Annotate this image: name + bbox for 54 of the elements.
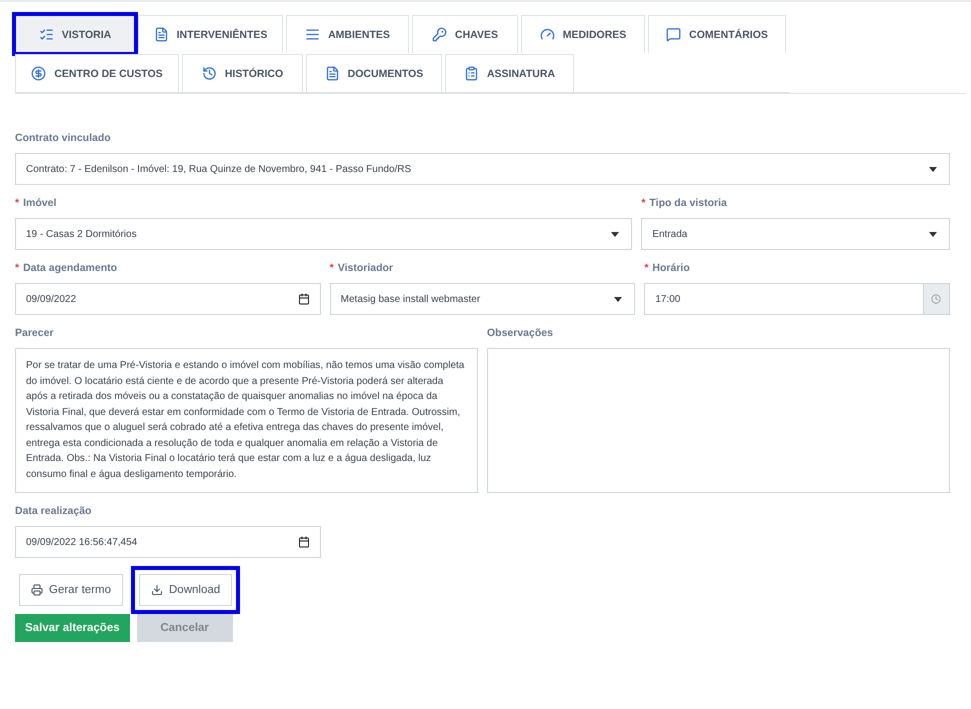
tab[interactable]: AMBIENTES — [286, 15, 409, 53]
document-icon — [154, 27, 169, 42]
field-label: Data agendamento — [23, 262, 118, 274]
tab[interactable]: HISTÓRICO — [182, 54, 303, 92]
required-mark: * — [641, 197, 646, 209]
tab[interactable]: COMENTÁRIOS — [648, 15, 786, 53]
print-button[interactable]: Gerar termo — [19, 574, 123, 606]
date-field[interactable]: 09/09/2022 16:56:47,454 — [15, 526, 321, 558]
time-field[interactable]: 17:00 — [644, 283, 950, 315]
tab[interactable]: CHAVES — [412, 15, 518, 53]
lines-icon — [305, 27, 320, 42]
required-mark: * — [644, 262, 648, 274]
dollar-icon — [31, 66, 46, 81]
tab[interactable]: DOCUMENTOS — [306, 54, 442, 92]
clock-icon — [931, 294, 942, 304]
document-icon — [324, 66, 340, 81]
text-area[interactable] — [487, 348, 950, 493]
caret-icon — [928, 232, 937, 236]
field-label: Tipo da vistoria — [649, 197, 727, 209]
date-field[interactable]: 09/09/2022 — [15, 283, 321, 315]
field-label: Observações — [487, 327, 553, 339]
field-label: Vistoriador — [338, 262, 393, 274]
caret-icon — [929, 166, 937, 172]
caret-icon — [614, 296, 622, 302]
download-button[interactable]: Download — [139, 574, 232, 606]
text-area[interactable]: Por se tratar de uma Pré-Vistoria e estando o imóvel com mobílias, não temos uma visão completa do imóvel. O locatário está ciente e de acordo que a presente Pré-Vistoria poderá ser alterada após a retirada dos móveis ou a constatação de quaisquer anomalias no imóvel na época da Vistoria Final, que deverá estar em conformidade com o Termo de Vistoria de Entrada. Outrossim, ressalvamos que o aluguel será cobrado até a efetiva entrega das chaves do presente imóvel, entrega esta condicionada a resolução de toda e qualquer anomalia em relação a Vistoria de Entrada. Obs.: Na Vistoria Final o locatário terá que estar com a luz e a água desligada, luz consumo final e água desligamento temporário. — [15, 348, 478, 493]
clipboard-icon — [464, 66, 479, 81]
select-field[interactable]: Entrada — [641, 218, 950, 250]
checklist-icon — [38, 27, 54, 42]
tab[interactable]: INTERVENIÊNTES — [138, 15, 283, 53]
field-label: Horário — [652, 262, 690, 274]
key-icon — [432, 27, 447, 42]
field-label: Imóvel — [23, 197, 56, 209]
chat-icon — [666, 27, 682, 42]
select-field[interactable]: Metasig base install webmaster — [330, 283, 636, 315]
printer-icon — [31, 584, 43, 596]
field-label: Data realização — [15, 505, 92, 517]
required-mark: * — [15, 197, 20, 209]
field-label: Contrato vinculado — [15, 132, 111, 144]
field-label: Parecer — [15, 327, 54, 339]
tab[interactable]: ASSINATURA — [445, 54, 574, 92]
calendar-icon — [298, 536, 310, 548]
history-icon — [202, 66, 217, 81]
select-field[interactable]: Contrato: 7 - Edenilson - Imóvel: 19, Rua Quinze de Novembro, 941 - Passo Fundo/RS — [15, 153, 950, 185]
download-icon — [151, 584, 163, 596]
required-mark: * — [15, 262, 20, 274]
calendar-icon — [298, 293, 310, 305]
caret-icon — [611, 232, 620, 236]
select-field[interactable]: 19 - Casas 2 Dormitórios — [15, 218, 632, 250]
gauge-icon — [540, 27, 555, 42]
required-mark: * — [330, 262, 334, 274]
tab[interactable]: CENTRO DE CUSTOS — [15, 54, 179, 92]
tab[interactable]: MEDIDORES — [521, 15, 645, 53]
tab[interactable]: VISTORIA — [15, 15, 135, 53]
